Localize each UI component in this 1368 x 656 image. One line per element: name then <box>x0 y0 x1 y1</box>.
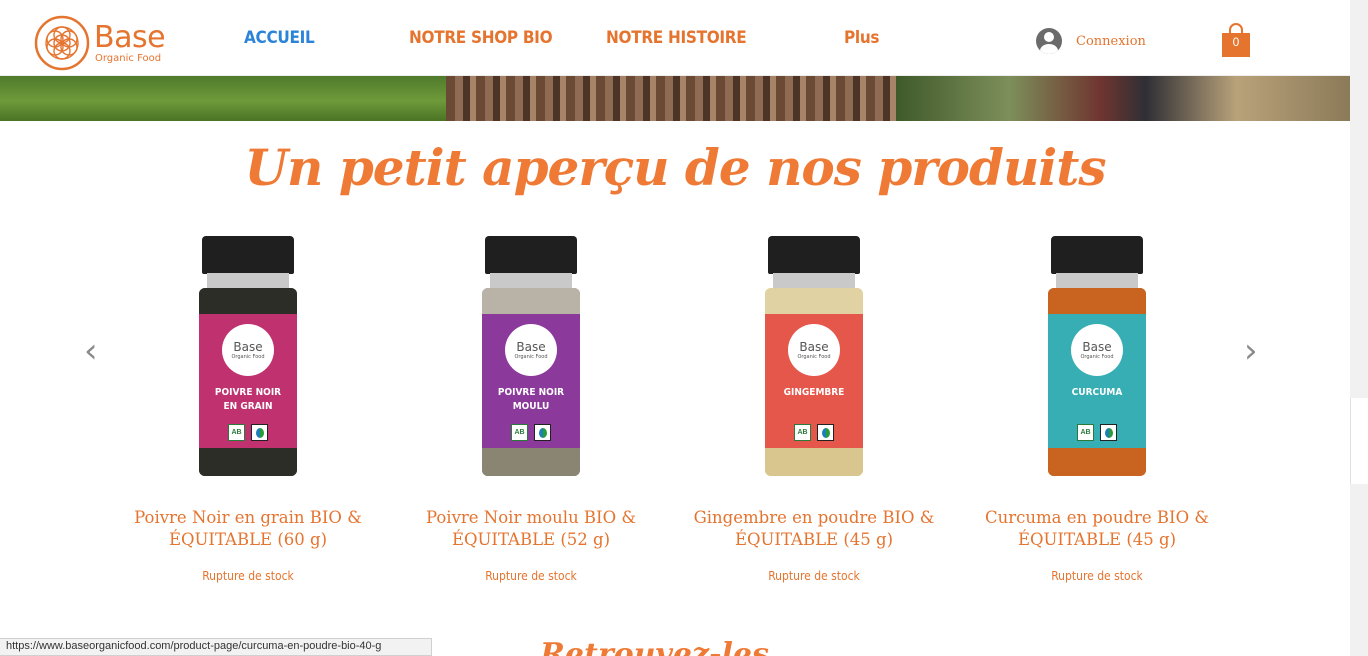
fairtrade-badge-icon <box>534 424 551 441</box>
stock-status: Rupture de stock <box>485 569 577 583</box>
fairtrade-badge-icon <box>817 424 834 441</box>
jar-logo-icon: Base Organic Food <box>505 324 557 376</box>
banner-image-wood <box>446 76 896 121</box>
stock-status: Rupture de stock <box>1051 569 1143 583</box>
banner-image-grass <box>0 76 446 121</box>
cart-button[interactable]: 0 <box>1221 22 1251 58</box>
login-label: Connexion <box>1076 33 1146 49</box>
jar-logo-icon: Base Organic Food <box>1071 324 1123 376</box>
site-header: Base Organic Food ACCUEIL NOTRE SHOP BIO… <box>0 0 1368 76</box>
nav-accueil[interactable]: ACCUEIL <box>244 28 315 48</box>
product-name[interactable]: Gingembre en poudre BIO & ÉQUITABLE (45 … <box>684 507 944 552</box>
status-bar-url: https://www.baseorganicfood.com/product-… <box>0 638 432 656</box>
nav-plus[interactable]: Plus <box>844 28 880 48</box>
product-image[interactable]: Base Organic Food POIVRE NOIR MOULU AB <box>401 236 661 480</box>
logo-subtitle: Organic Food <box>95 52 162 64</box>
scrollbar-thumb[interactable] <box>1350 398 1368 484</box>
product-name-line2: ÉQUITABLE (45 g) <box>734 530 894 550</box>
jar-logo-icon: Base Organic Food <box>788 324 840 376</box>
page-scrollbar[interactable] <box>1350 0 1368 656</box>
product-image[interactable]: Base Organic Food CURCUMA AB <box>967 236 1227 480</box>
product-image[interactable]: Base Organic Food GINGEMBRE AB <box>684 236 944 480</box>
user-avatar-icon <box>1036 28 1062 54</box>
carousel-next-button[interactable]: › <box>1244 334 1258 368</box>
product-name-line2: ÉQUITABLE (52 g) <box>451 530 611 550</box>
jar-label-line1: CURCUMA <box>1071 387 1123 398</box>
product-name-line1: Gingembre en poudre BIO & <box>693 508 935 527</box>
jar-label-line2: MOULU <box>512 400 550 412</box>
logo-text: Base Organic Food <box>94 19 166 64</box>
ab-organic-badge-icon: AB <box>228 424 245 441</box>
stock-status: Rupture de stock <box>202 569 294 583</box>
jar-label-line1: GINGEMBRE <box>783 387 845 398</box>
nav-notre-shop-bio[interactable]: NOTRE SHOP BIO <box>409 28 553 48</box>
logo-name: Base <box>94 19 166 55</box>
page: Base Organic Food ACCUEIL NOTRE SHOP BIO… <box>0 0 1368 656</box>
jar-label-line2: EN GRAIN <box>223 400 273 412</box>
product-name[interactable]: Poivre Noir en grain BIO & ÉQUITABLE (60… <box>118 507 378 552</box>
login-button[interactable]: Connexion <box>1036 28 1146 54</box>
fairtrade-badge-icon <box>251 424 268 441</box>
product-name-line2: ÉQUITABLE (60 g) <box>168 530 328 550</box>
jar-label-line1: POIVRE NOIR <box>497 387 565 398</box>
nav-notre-histoire[interactable]: NOTRE HISTOIRE <box>606 28 747 48</box>
ab-organic-badge-icon: AB <box>511 424 528 441</box>
ab-organic-badge-icon: AB <box>794 424 811 441</box>
jar-logo-icon: Base Organic Food <box>222 324 274 376</box>
banner-image-strip <box>0 76 1350 121</box>
product-image[interactable]: Base Organic Food POIVRE NOIR EN GRAIN AB <box>118 236 378 480</box>
flower-of-life-logo-icon <box>34 15 90 71</box>
stock-status: Rupture de stock <box>768 569 860 583</box>
carousel-prev-button[interactable]: ‹ <box>84 334 98 368</box>
ab-organic-badge-icon: AB <box>1077 424 1094 441</box>
banner-image-garden <box>896 76 1350 121</box>
product-name[interactable]: Curcuma en poudre BIO & ÉQUITABLE (45 g) <box>967 507 1227 552</box>
product-name-line1: Poivre Noir en grain BIO & <box>134 508 362 527</box>
logo[interactable]: Base Organic Food <box>34 15 166 71</box>
product-name-line2: ÉQUITABLE (45 g) <box>1017 530 1177 550</box>
section-title: Un petit aperçu de nos produits <box>244 138 1106 197</box>
product-name[interactable]: Poivre Noir moulu BIO & ÉQUITABLE (52 g) <box>401 507 661 552</box>
fairtrade-badge-icon <box>1100 424 1117 441</box>
cart-count: 0 <box>1232 35 1240 49</box>
next-section-title-partial: Retrouvez-les <box>540 640 800 656</box>
product-name-line1: Poivre Noir moulu BIO & <box>425 508 637 527</box>
product-name-line1: Curcuma en poudre BIO & <box>984 508 1210 527</box>
jar-label-line1: POIVRE NOIR <box>214 387 282 398</box>
